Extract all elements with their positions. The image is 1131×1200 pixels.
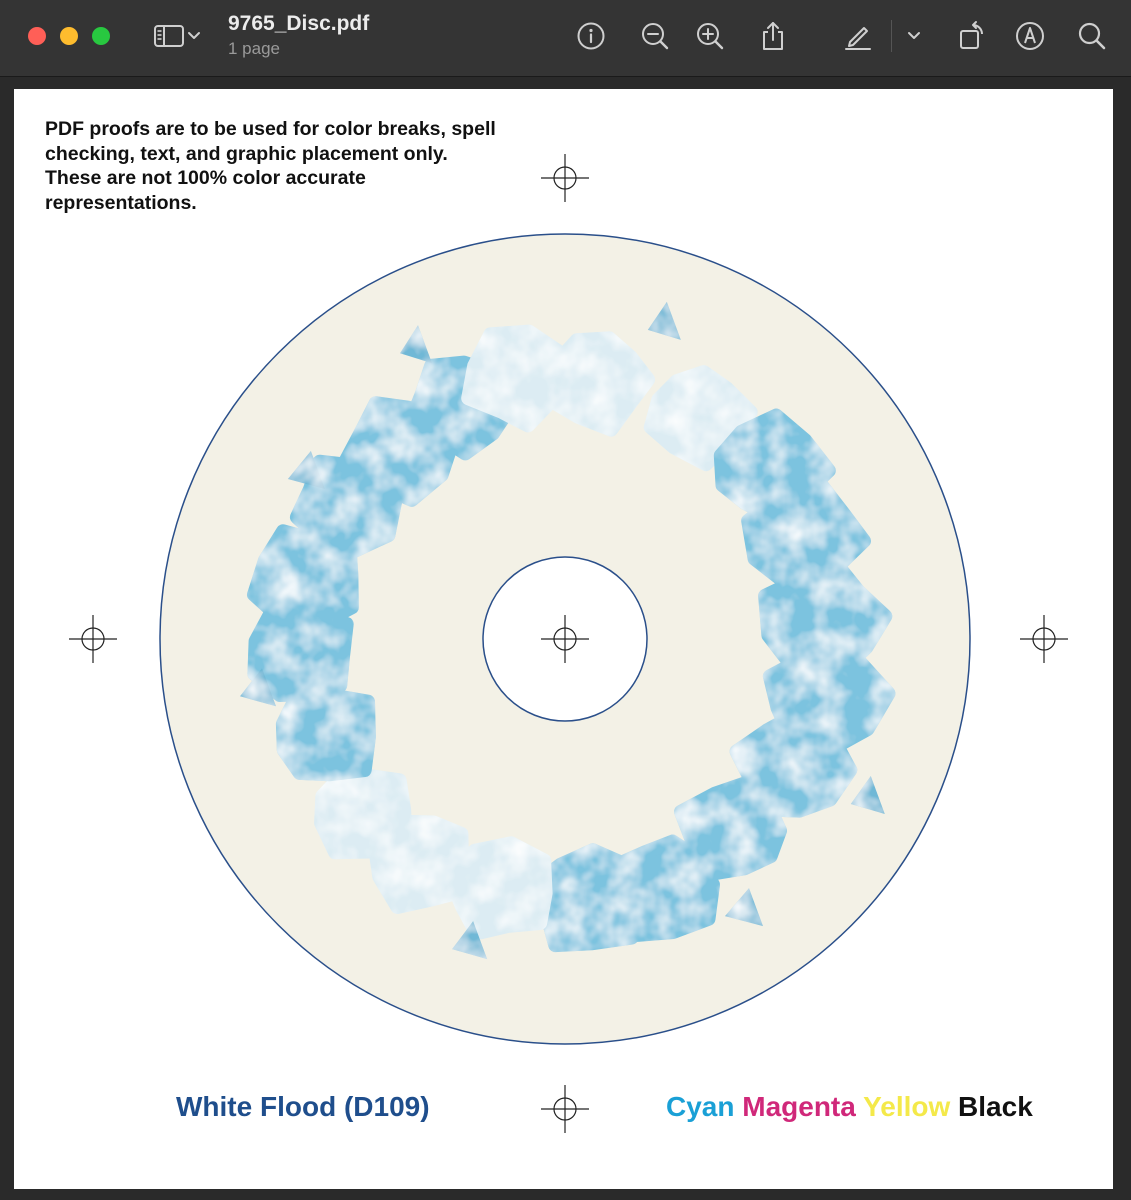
registration-mark: [541, 154, 589, 202]
registration-mark: [1020, 615, 1068, 663]
document-title: 9765_Disc.pdf: [228, 12, 370, 35]
cyan-label: Cyan: [666, 1091, 735, 1122]
floral-petal: [275, 688, 376, 782]
markup-button[interactable]: [838, 16, 878, 56]
registration-mark: [541, 1085, 589, 1133]
zoom-in-icon: [697, 23, 724, 50]
rotate-icon: [960, 21, 983, 49]
proof-disclaimer: PDF proofs are to be used for color brea…: [45, 118, 496, 214]
black-label: Black: [958, 1091, 1033, 1122]
cmyk-color-legend: Cyan Magenta Yellow Black: [666, 1091, 1033, 1123]
registration-mark: [69, 615, 117, 663]
rotate-button[interactable]: [952, 16, 992, 56]
document-viewport[interactable]: PDF proofs are to be used for color brea…: [0, 77, 1131, 1200]
fullscreen-window-button[interactable]: [92, 27, 110, 45]
chevron-down-icon: [188, 32, 200, 39]
minimize-window-button[interactable]: [60, 27, 78, 45]
close-window-button[interactable]: [28, 27, 46, 45]
markup-pen-icon: [845, 27, 871, 50]
white-flood-label: White Flood (D109): [176, 1091, 430, 1122]
pdf-page: PDF proofs are to be used for color brea…: [14, 89, 1113, 1189]
sidebar-options-button[interactable]: [182, 16, 206, 56]
zoom-in-button[interactable]: [690, 16, 730, 56]
markup-options-button[interactable]: [902, 16, 926, 56]
share-icon: [763, 22, 783, 50]
share-button[interactable]: [753, 16, 793, 56]
document-page-count: 1 page: [228, 39, 280, 58]
search-icon: [1078, 22, 1106, 50]
yellow-label: Yellow: [863, 1091, 951, 1122]
window-titlebar: 9765_Disc.pdf 1 page: [0, 0, 1131, 77]
zoom-out-icon: [642, 23, 669, 50]
annotate-icon: [1016, 22, 1044, 50]
magenta-label: Magenta: [742, 1091, 856, 1122]
info-icon: [577, 22, 605, 50]
annotate-button[interactable]: [1010, 16, 1050, 56]
floral-petal: [314, 768, 413, 860]
chevron-down-icon: [908, 32, 920, 39]
disc-artwork: [69, 154, 1068, 1133]
info-button[interactable]: [571, 16, 611, 56]
toolbar-separator: [891, 20, 892, 52]
zoom-out-button[interactable]: [635, 16, 675, 56]
search-button[interactable]: [1072, 16, 1112, 56]
